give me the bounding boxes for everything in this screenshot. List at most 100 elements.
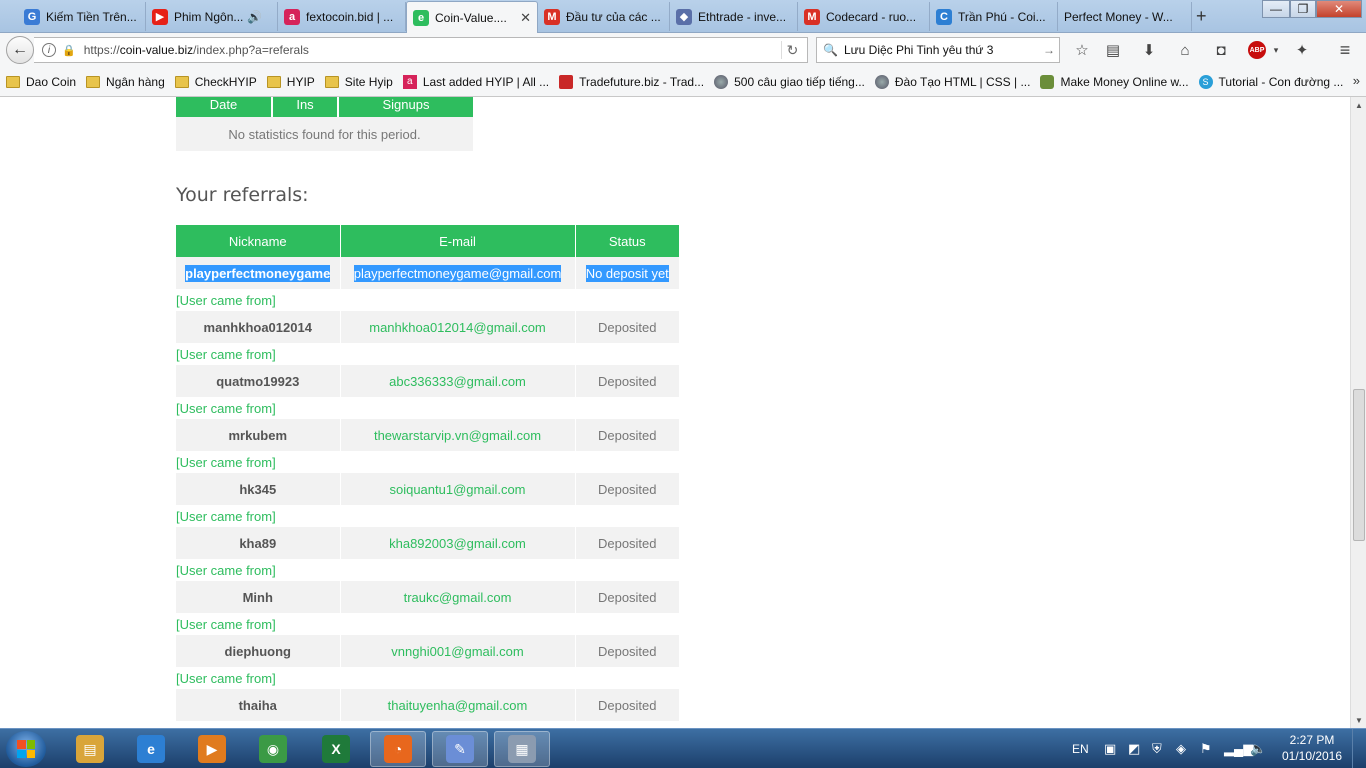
column-header-status[interactable]: Status [575,225,679,257]
system-clock[interactable]: 2:27 PM 01/10/2016 [1280,732,1344,764]
tab-kiem-tien[interactable]: G Kiếm Tiền Trên... [18,2,146,31]
user-came-from-link[interactable]: [User came from] [176,289,679,311]
folder-icon [6,75,20,88]
start-button[interactable] [6,731,46,767]
adblock-dropdown-icon[interactable]: ▾ [1266,41,1286,59]
taskbar-firefox-button[interactable]: ◔ [370,731,426,767]
scrollbar-thumb[interactable] [1353,389,1365,541]
paint-icon: ✎ [446,735,474,763]
reading-list-icon[interactable]: ▤ [1103,41,1123,59]
bookmark-item[interactable]: S Tutorial - Con đường ... [1198,74,1343,89]
url-bar[interactable]: i 🔒 https://coin-value.biz/index.php?a=r… [34,37,808,63]
volume-icon[interactable]: 🔈 [1250,729,1266,768]
tab-dau-tu[interactable]: M Đầu tư của các ... [538,2,670,31]
scroll-up-icon[interactable]: ▲ [1351,97,1366,113]
referral-email-text: abc336333@gmail.com [389,373,526,389]
maximize-button[interactable]: ❐ [1290,0,1316,18]
tray-icon-shield[interactable]: ⛨ [1152,729,1162,768]
tab-label: Perfect Money - W... [1064,9,1173,24]
tray-icon-vivaldi[interactable]: ◩ [1128,729,1140,768]
bookmark-item[interactable]: CheckHYIP [174,75,257,89]
bookmark-label: Site Hyip [344,74,393,89]
info-icon[interactable]: i [42,43,56,57]
bookmark-star-icon[interactable]: ☆ [1072,41,1092,59]
bookmark-item[interactable]: HYIP [266,75,315,89]
user-came-from-link[interactable]: [User came from] [176,559,679,581]
extension-icon[interactable]: ✦ [1292,41,1312,59]
home-icon[interactable]: ⌂ [1175,41,1195,59]
vertical-scrollbar[interactable]: ▲ ▼ [1350,97,1366,728]
bookmark-label: Đào Tạo HTML | CSS | ... [894,74,1031,89]
signal-icon[interactable]: ▂▄▆ [1224,729,1253,768]
tab-ethtrade[interactable]: ◆ Ethtrade - inve... [670,2,798,31]
tray-icon-network-flag[interactable]: ◈ [1176,729,1186,768]
folder-icon [266,75,281,88]
referral-email-text: soiquantu1@gmail.com [389,481,526,497]
show-desktop-button[interactable] [1352,729,1366,768]
bookmark-item[interactable]: Dao Coin [6,75,76,89]
scroll-down-icon[interactable]: ▼ [1351,712,1366,728]
back-button[interactable]: ← [6,36,34,64]
taskbar-excel-button[interactable]: X [308,731,364,767]
tray-icon-app[interactable]: ▣ [1104,729,1116,768]
tab-coin-value[interactable]: e Coin-Value.... ✕ [406,1,538,33]
came-from-row: [User came from] [176,397,679,419]
taskbar-explorer-button[interactable]: ▤ [62,731,118,767]
referral-status: Deposited [575,635,679,667]
statistics-table: Date Ins Signups No statistics found for… [176,97,473,151]
reload-icon[interactable]: ↻ [781,41,803,59]
url-text[interactable]: https://coin-value.biz/index.php?a=refer… [84,43,309,57]
language-indicator[interactable]: EN [1072,729,1089,768]
close-window-button[interactable]: ✕ [1316,0,1362,18]
bookmarks-overflow-icon[interactable]: » [1353,73,1360,88]
user-came-from-link[interactable]: [User came from] [176,667,679,689]
windows-taskbar: EN ▣ ◩ ⛨ ◈ ⚑ ▂▄▆ 🔈 2:27 PM 01/10/2016 ▤ e… [0,728,1366,768]
tab-codecard[interactable]: M Codecard - ruo... [798,2,930,31]
taskbar-calculator-button[interactable]: ▦ [494,731,550,767]
bookmark-item[interactable]: Make Money Online w... [1040,74,1189,89]
taskbar-paint-button[interactable]: ✎ [432,731,488,767]
user-came-from-link[interactable]: [User came from] [176,613,679,635]
referral-status: Deposited [575,689,679,721]
user-came-from-link[interactable]: [User came from] [176,451,679,473]
downloads-icon[interactable]: ⬇ [1139,41,1159,59]
pocket-icon[interactable]: ◘ [1211,41,1231,59]
referral-email-text: playperfectmoneygame@gmail.com [353,264,562,282]
tab-fextocoin[interactable]: a fextocoin.bid | ... [278,2,406,31]
close-tab-icon[interactable]: ✕ [514,10,531,26]
adblock-icon[interactable]: ABP [1248,41,1266,59]
referral-status: Deposited [575,365,679,397]
came-from-row: [User came from] [176,289,679,311]
search-go-icon[interactable]: → [1043,43,1055,57]
referral-nickname: hk345 [176,473,341,505]
column-header-email[interactable]: E-mail [340,225,576,257]
bookmark-item[interactable]: Tradefuture.biz - Trad... [559,74,704,89]
referral-nickname-text: quatmo19923 [216,373,300,389]
speaker-icon[interactable]: 🔊 [247,10,262,24]
user-came-from-link[interactable]: [User came from] [176,505,679,527]
bookmark-item[interactable]: Site Hyip [324,74,393,89]
taskbar-chrome-button[interactable]: ◉ [245,731,301,767]
taskbar-ie-button[interactable]: e [123,731,179,767]
column-header-ins[interactable]: Ins [272,97,339,117]
search-bar[interactable]: 🔍 → [816,37,1060,63]
bookmark-item[interactable]: Ngân hàng [86,75,165,89]
bookmark-item[interactable]: 500 câu giao tiếp tiếng... [714,74,865,89]
tray-icon-power[interactable]: ⚑ [1200,729,1212,768]
bookmark-item[interactable]: Đào Tạo HTML | CSS | ... [874,74,1031,89]
user-came-from-link[interactable]: [User came from] [176,343,679,365]
bookmark-item[interactable]: a Last added HYIP | All ... [402,74,549,89]
user-came-from-link[interactable]: [User came from] [176,397,679,419]
column-header-signups[interactable]: Signups [338,97,473,117]
tab-tran-phu[interactable]: C Trần Phú - Coi... [930,2,1058,31]
taskbar-media-button[interactable]: ▶ [184,731,240,767]
menu-icon[interactable]: ≡ [1335,40,1355,60]
tab-perfect-money[interactable]: Perfect Money - W... [1058,2,1192,31]
table-row: manhkhoa012014 manhkhoa012014@gmail.com De… [176,311,679,343]
column-header-nickname[interactable]: Nickname [176,225,341,257]
minimize-button[interactable]: — [1262,0,1290,18]
column-header-date[interactable]: Date [176,97,273,117]
new-tab-button[interactable]: + [1196,6,1207,27]
search-input[interactable] [843,43,1044,57]
tab-phim-ngon[interactable]: ▶ Phim Ngôn... 🔊 [146,2,278,31]
